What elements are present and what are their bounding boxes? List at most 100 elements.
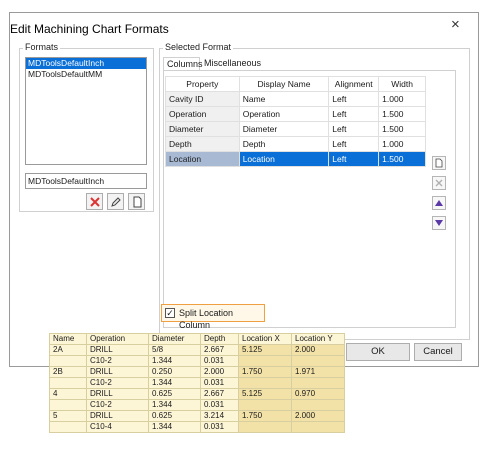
new-icon bbox=[133, 196, 141, 207]
table-cell: DRILL bbox=[86, 366, 149, 378]
table-row[interactable]: Location Location Left 1.500 bbox=[165, 151, 426, 167]
table-row[interactable]: Diameter Diameter Left 1.500 bbox=[165, 121, 426, 137]
table-header-row: Name Operation Diameter Depth Location X… bbox=[49, 333, 345, 345]
table-cell: 1.344 bbox=[148, 377, 201, 389]
table-cell: 2.000 bbox=[291, 410, 345, 422]
table-cell bbox=[238, 377, 292, 389]
format-list-item[interactable]: MDToolsDefaultInch bbox=[26, 58, 146, 69]
table-cell: C10-4 bbox=[86, 421, 149, 433]
property-cell: Operation bbox=[165, 106, 240, 122]
new-format-button[interactable] bbox=[128, 193, 145, 210]
selected-format-label: Selected Format bbox=[163, 42, 234, 52]
table-row[interactable]: Cavity ID Name Left 1.000 bbox=[165, 91, 426, 107]
tab-columns[interactable]: Columns bbox=[163, 57, 203, 71]
tab-miscellaneous[interactable]: Miscellaneous bbox=[201, 57, 264, 70]
display-name-cell[interactable]: Diameter bbox=[238, 121, 330, 137]
table-cell: 2.667 bbox=[200, 388, 239, 400]
split-location-label: Split Location Column bbox=[179, 308, 234, 330]
table-cell: 1.750 bbox=[238, 366, 292, 378]
table-row: 2A DRILL 5/8 2.667 5.125 2.000 bbox=[49, 344, 345, 356]
width-cell[interactable]: 1.000 bbox=[378, 91, 426, 107]
table-cell bbox=[49, 399, 87, 411]
table-cell: 4 bbox=[49, 388, 87, 400]
table-cell: 3.214 bbox=[200, 410, 239, 422]
delete-format-button[interactable] bbox=[86, 193, 103, 210]
table-row: 5 DRILL 0.625 3.214 1.750 2.000 bbox=[49, 410, 345, 422]
alignment-cell[interactable]: Left bbox=[328, 136, 380, 152]
move-down-icon bbox=[435, 220, 443, 226]
table-cell: 5/8 bbox=[148, 344, 201, 356]
column-header[interactable]: Display Name bbox=[238, 76, 330, 92]
columns-grid[interactable]: Property Display Name Alignment Width Ca… bbox=[165, 76, 426, 167]
table-row: C10-2 1.344 0.031 bbox=[49, 399, 345, 411]
column-header[interactable]: Alignment bbox=[328, 76, 380, 92]
split-location-option[interactable]: ✓ Split Location Column bbox=[161, 304, 265, 330]
table-cell: 0.625 bbox=[148, 410, 201, 422]
format-name-field[interactable]: MDToolsDefaultInch bbox=[25, 173, 147, 189]
table-row[interactable]: Depth Depth Left 1.000 bbox=[165, 136, 426, 152]
alignment-cell[interactable]: Left bbox=[328, 151, 380, 167]
display-name-cell[interactable]: Name bbox=[238, 91, 330, 107]
cancel-button[interactable]: Cancel bbox=[414, 343, 462, 361]
width-cell[interactable]: 1.500 bbox=[378, 106, 426, 122]
table-cell: DRILL bbox=[86, 388, 149, 400]
display-name-cell[interactable]: Operation bbox=[238, 106, 330, 122]
header-cell: Diameter bbox=[148, 333, 201, 345]
table-row[interactable]: Operation Operation Left 1.500 bbox=[165, 106, 426, 122]
table-cell bbox=[49, 377, 87, 389]
table-cell: 2.667 bbox=[200, 344, 239, 356]
property-cell: Diameter bbox=[165, 121, 240, 137]
width-cell[interactable]: 1.500 bbox=[378, 121, 426, 137]
table-row: 4 DRILL 0.625 2.667 5.125 0.970 bbox=[49, 388, 345, 400]
table-cell: 0.970 bbox=[291, 388, 345, 400]
table-cell: 0.031 bbox=[200, 399, 239, 411]
column-header[interactable]: Width bbox=[378, 76, 426, 92]
table-cell: 2.000 bbox=[291, 344, 345, 356]
display-name-cell[interactable]: Location bbox=[238, 151, 330, 167]
alignment-cell[interactable]: Left bbox=[328, 121, 380, 137]
move-up-button[interactable] bbox=[432, 196, 446, 210]
formats-list[interactable]: MDToolsDefaultInch MDToolsDefaultMM bbox=[25, 57, 147, 165]
table-cell: 0.031 bbox=[200, 355, 239, 367]
display-name-cell[interactable]: Depth bbox=[238, 136, 330, 152]
table-cell: DRILL bbox=[86, 410, 149, 422]
header-cell: Operation bbox=[86, 333, 149, 345]
table-cell: C10-2 bbox=[86, 355, 149, 367]
ok-button[interactable]: OK bbox=[346, 343, 410, 361]
move-down-button[interactable] bbox=[432, 216, 446, 230]
table-cell: 2.000 bbox=[200, 366, 239, 378]
machining-chart-preview: Name Operation Diameter Depth Location X… bbox=[49, 333, 345, 433]
table-cell: 2A bbox=[49, 344, 87, 356]
table-cell bbox=[238, 399, 292, 411]
table-row: C10-2 1.344 0.031 bbox=[49, 355, 345, 367]
header-cell: Location X bbox=[238, 333, 292, 345]
table-cell bbox=[291, 377, 345, 389]
format-list-item[interactable]: MDToolsDefaultMM bbox=[26, 69, 146, 80]
edit-format-button[interactable] bbox=[107, 193, 124, 210]
split-location-checkbox[interactable]: ✓ bbox=[165, 308, 175, 318]
alignment-cell[interactable]: Left bbox=[328, 91, 380, 107]
remove-column-button[interactable] bbox=[432, 176, 446, 190]
edit-icon bbox=[110, 196, 121, 207]
table-cell: 0.250 bbox=[148, 366, 201, 378]
table-cell: 0.625 bbox=[148, 388, 201, 400]
table-cell bbox=[238, 355, 292, 367]
property-cell: Depth bbox=[165, 136, 240, 152]
width-cell[interactable]: 1.000 bbox=[378, 136, 426, 152]
table-cell: 5.125 bbox=[238, 344, 292, 356]
header-cell: Depth bbox=[200, 333, 239, 345]
table-cell: 1.750 bbox=[238, 410, 292, 422]
table-cell: 0.031 bbox=[200, 377, 239, 389]
table-cell: 2B bbox=[49, 366, 87, 378]
column-header[interactable]: Property bbox=[165, 76, 240, 92]
header-cell: Location Y bbox=[291, 333, 345, 345]
add-column-button[interactable] bbox=[432, 156, 446, 170]
close-icon[interactable]: × bbox=[451, 17, 460, 32]
width-cell[interactable]: 1.500 bbox=[378, 151, 426, 167]
table-cell: 1.971 bbox=[291, 366, 345, 378]
table-cell: DRILL bbox=[86, 344, 149, 356]
alignment-cell[interactable]: Left bbox=[328, 106, 380, 122]
table-row: 2B DRILL 0.250 2.000 1.750 1.971 bbox=[49, 366, 345, 378]
table-cell: 5.125 bbox=[238, 388, 292, 400]
table-cell bbox=[291, 399, 345, 411]
